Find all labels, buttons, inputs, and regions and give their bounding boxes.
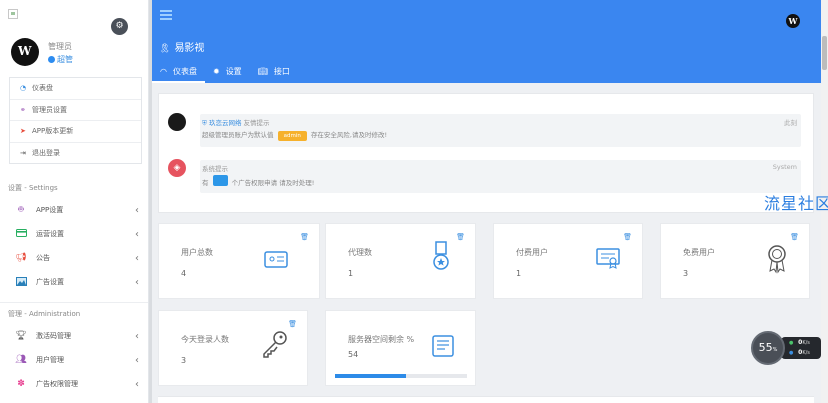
gear-icon: ✹	[212, 67, 220, 76]
settings-gear-button[interactable]: ⚙	[111, 18, 128, 35]
notice-time: System	[772, 163, 797, 171]
tab-api[interactable]: 📖︎ 接口	[250, 62, 298, 83]
chevron-left-icon: ‹	[135, 276, 139, 288]
notice-title: ⛨ 玖恋云网络 友情提示	[202, 119, 270, 127]
trophy-icon: 🏆︎	[15, 331, 27, 341]
sidebar: ⚙ W 管理员 超管 ◔ 仪表盘 ⚭ 管理员设置 ➤ APP版本更新 ⇥ 退出登…	[0, 0, 149, 403]
network-speed-widget[interactable]: ● 0K/s ● 0K/s 55%	[751, 331, 821, 365]
quick-link-logout[interactable]: ⇥ 退出登录	[10, 143, 141, 165]
award-icon	[763, 242, 791, 274]
book-icon: 📖︎	[257, 67, 268, 76]
quick-link-dashboard[interactable]: ◔ 仪表盘	[10, 78, 141, 100]
user-name: 管理员	[48, 42, 72, 51]
notice-box: 系统提示 System 有 个广告权限申请 请及时处理!	[200, 160, 801, 193]
download-speed: ● 0K/s	[789, 349, 810, 356]
tab-dashboard[interactable]: ◠ 仪表盘	[152, 62, 205, 83]
dashboard-icon: ◔	[20, 84, 27, 93]
key-icon	[260, 329, 288, 358]
user-avatar[interactable]: W	[11, 38, 39, 66]
trash-icon[interactable]: 🗑︎	[456, 233, 465, 241]
trash-icon[interactable]: 🗑︎	[790, 233, 799, 241]
trash-icon[interactable]: 🗑︎	[288, 320, 297, 328]
dashboard-icon: ◠	[160, 67, 167, 76]
sidebar-item-user-management[interactable]: 👥︎ 用户管理 ‹	[0, 349, 148, 371]
notice-avatar	[168, 113, 186, 131]
notice-source-link[interactable]: 玖恋云网络	[209, 119, 242, 127]
shield-check-icon: ⛨	[202, 119, 207, 127]
stat-card-server-space: 服务器空间剩余 % 54	[325, 310, 476, 386]
credit-card-icon	[15, 229, 27, 239]
image-icon	[15, 277, 27, 287]
stat-card-logins-today: 🗑︎ 今天登录人数 3	[158, 310, 308, 386]
asterisk-icon: ✽	[17, 379, 25, 389]
logout-icon: ⇥	[20, 149, 26, 158]
sidebar-item-ad-permissions[interactable]: ✽ 广告权限管理 ‹	[0, 373, 148, 395]
stat-card-agents: 🗑︎ 代理数 1	[325, 223, 476, 299]
chevron-left-icon: ‹	[135, 330, 139, 342]
quick-link-admin-settings[interactable]: ⚭ 管理员设置	[10, 100, 141, 121]
watermark: 流星社区	[764, 194, 828, 213]
alert-icon: ◈	[168, 159, 186, 177]
sidebar-item-app-settings[interactable]: 🤖︎ APP设置 ‹	[0, 199, 148, 221]
progress-fill	[335, 374, 407, 378]
chevron-left-icon: ‹	[135, 204, 139, 216]
users-cog-icon: ⚭	[20, 105, 26, 114]
sidebar-item-ad-settings[interactable]: 广告设置 ‹	[0, 271, 148, 293]
stat-card-free-users: 🗑︎ 免费用户 3	[660, 223, 810, 299]
notice-title: 系统提示	[202, 165, 228, 173]
count-badge[interactable]	[212, 175, 228, 186]
sidebar-item-operation-settings[interactable]: 运营设置 ‹	[0, 223, 148, 245]
download-arrow-icon: ●	[789, 350, 794, 356]
paper-plane-icon: ➤	[20, 127, 26, 136]
notice-box: ⛨ 玖恋云网络 友情提示 此刻 超级管理员账户为默认值 admin 存在安全风险…	[200, 114, 801, 147]
stat-card-paid-users: 🗑︎ 付费用户 1	[493, 223, 643, 299]
notice-body: 有 个广告权限申请 请及时处理!	[202, 175, 314, 187]
quick-menu: ◔ 仪表盘 ⚭ 管理员设置 ➤ APP版本更新 ⇥ 退出登录	[9, 77, 142, 164]
chevron-left-icon: ‹	[135, 252, 139, 264]
ribbon-icon: 🎗︎	[159, 44, 171, 54]
scrollbar-thumb[interactable]	[822, 36, 827, 70]
sidebar-item-announcement[interactable]: 📢︎ 公告 ‹	[0, 247, 148, 269]
upload-arrow-icon: ●	[789, 340, 794, 346]
memory-usage-circle: 55%	[751, 331, 785, 365]
certificate-icon	[594, 244, 622, 272]
chevron-left-icon: ‹	[135, 354, 139, 366]
net-speed-box: ● 0K/s ● 0K/s	[781, 337, 821, 359]
id-card-icon	[262, 245, 290, 273]
page-title: 🎗︎ 易影视	[159, 43, 205, 54]
broken-logo-image	[8, 9, 18, 19]
admin-section-title: 管理 - Administration	[8, 310, 81, 318]
chevron-left-icon: ‹	[135, 228, 139, 240]
tab-bar: ◠ 仪表盘 ✹ 设置 📖︎ 接口	[152, 62, 298, 83]
role-dot-icon	[48, 56, 55, 63]
divider	[0, 302, 148, 303]
header: W 🎗︎ 易影视 ◠ 仪表盘 ✹ 设置 📖︎ 接口	[152, 0, 821, 83]
trash-icon[interactable]: 🗑︎	[300, 233, 309, 241]
android-icon: 🤖︎	[18, 205, 24, 215]
hamburger-menu-icon[interactable]	[160, 10, 172, 20]
tab-settings[interactable]: ✹ 设置	[205, 62, 250, 83]
next-panel	[158, 396, 814, 403]
notice-time: 此刻	[784, 119, 797, 127]
server-space-progress	[335, 374, 467, 378]
chevron-left-icon: ‹	[135, 378, 139, 390]
notice-body: 超级管理员账户为默认值 admin 存在安全风险,请及时修改!	[202, 131, 388, 141]
admin-badge: admin	[277, 131, 307, 141]
user-role: 超管	[48, 54, 73, 65]
notice-panel: ⛨ 玖恋云网络 友情提示 此刻 超级管理员账户为默认值 admin 存在安全风险…	[158, 93, 814, 213]
stat-card-total-users: 🗑︎ 用户总数 4	[158, 223, 320, 299]
quick-link-app-update[interactable]: ➤ APP版本更新	[10, 121, 141, 143]
header-user-avatar[interactable]: W	[786, 14, 800, 28]
sidebar-item-activation-codes[interactable]: 🏆︎ 激活码管理 ‹	[0, 325, 148, 347]
users-icon: 👥︎	[15, 355, 27, 365]
upload-speed: ● 0K/s	[789, 339, 810, 346]
bullhorn-icon: 📢︎	[15, 253, 27, 263]
settings-section-title: 设置 - Settings	[8, 184, 58, 192]
medal-icon	[427, 240, 455, 270]
server-list-icon	[430, 333, 458, 361]
trash-icon[interactable]: 🗑︎	[623, 233, 632, 241]
